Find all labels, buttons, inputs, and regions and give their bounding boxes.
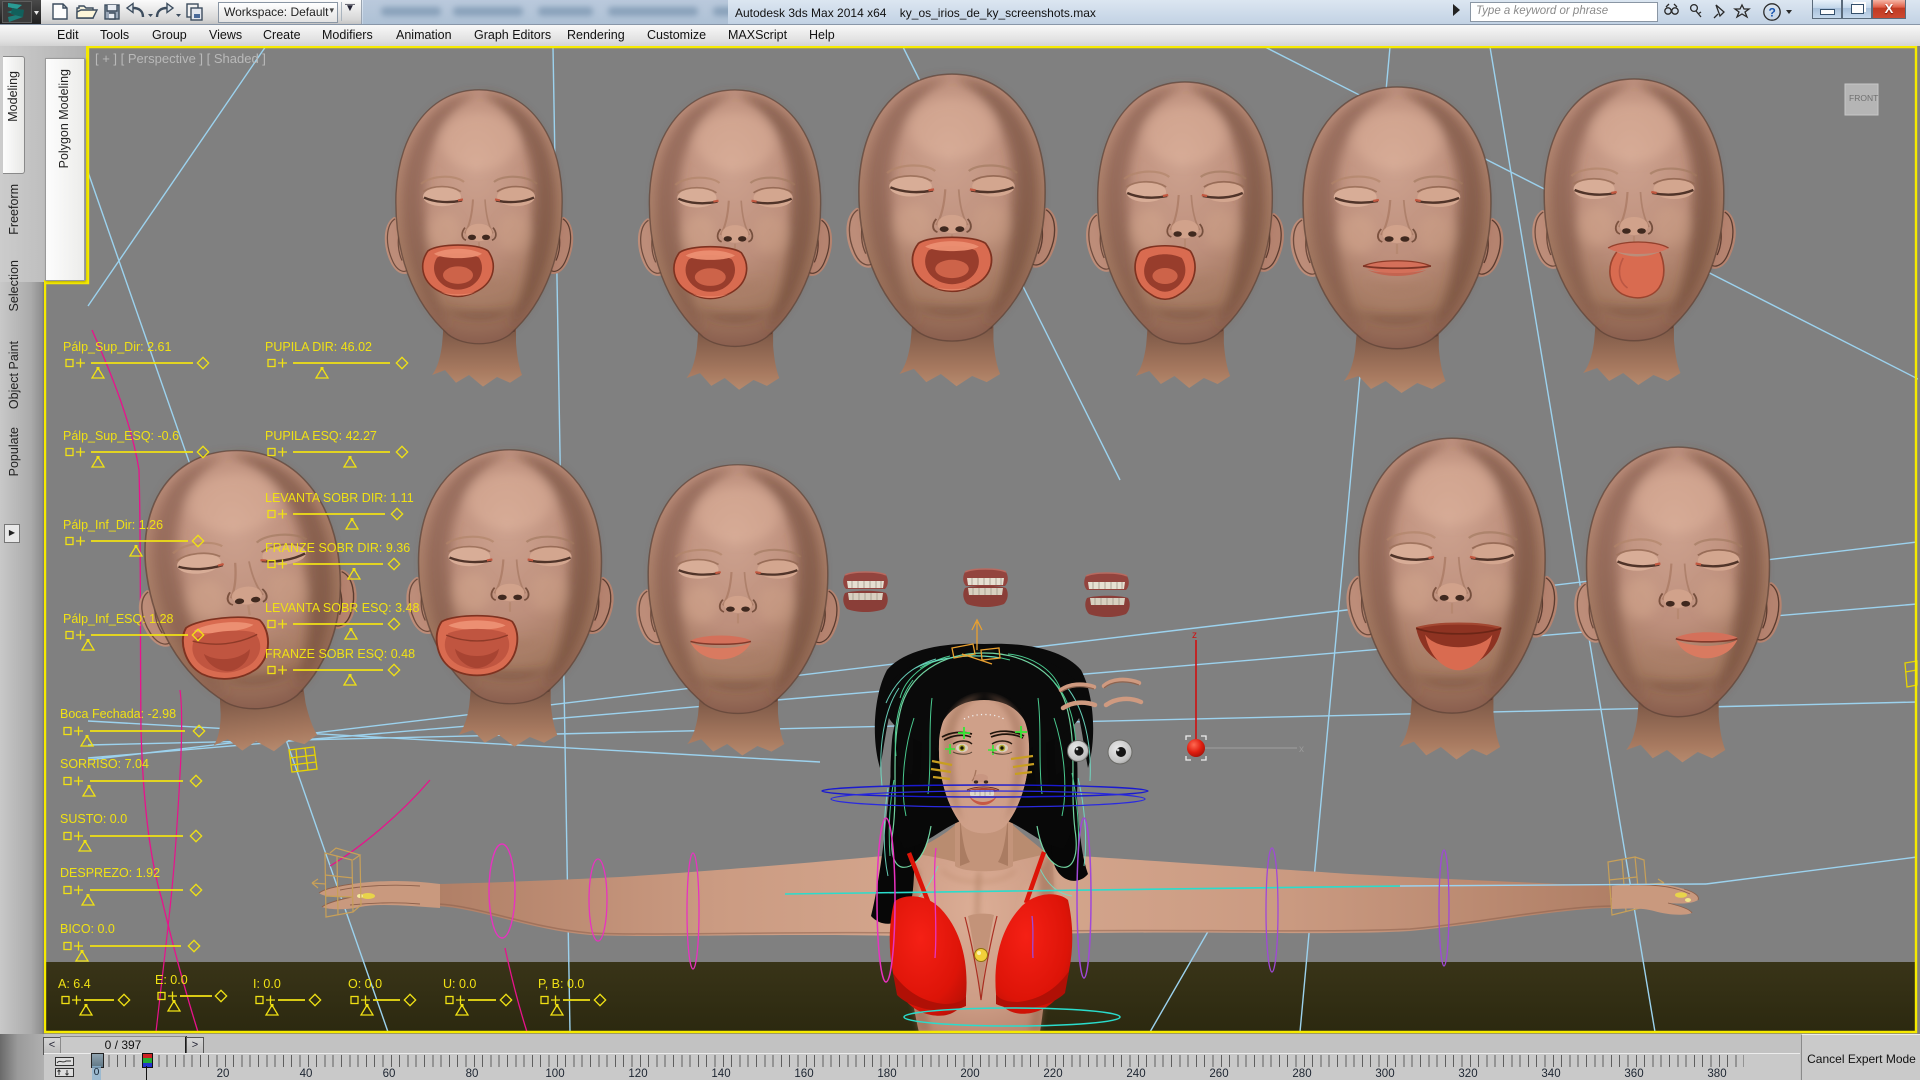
svg-text:DESPREZO: 1.92: DESPREZO: 1.92 [60, 866, 160, 880]
svg-text:Pálp_Inf_ESQ: 1.28: Pálp_Inf_ESQ: 1.28 [63, 612, 174, 626]
svg-text:FRANZE SOBR DIR: 9.36: FRANZE SOBR DIR: 9.36 [265, 541, 410, 555]
svg-text:SUSTO: 0.0: SUSTO: 0.0 [60, 812, 127, 826]
svg-text:P, B: 0.0: P, B: 0.0 [538, 977, 584, 991]
svg-text:U: 0.0: U: 0.0 [443, 977, 476, 991]
svg-text:Boca Fechada: -2.98: Boca Fechada: -2.98 [60, 707, 176, 721]
svg-text:x: x [1299, 744, 1304, 755]
svg-text:FRANZE SOBR ESQ: 0.48: FRANZE SOBR ESQ: 0.48 [265, 647, 415, 661]
svg-text:O: 0.0: O: 0.0 [348, 977, 382, 991]
svg-text:z: z [1192, 630, 1197, 641]
svg-text:E: 0.0: E: 0.0 [155, 973, 188, 987]
svg-text:I: 0.0: I: 0.0 [253, 977, 281, 991]
svg-text:?: ? [1769, 6, 1776, 20]
svg-text:Pálp_Inf_Dir: 1.26: Pálp_Inf_Dir: 1.26 [63, 518, 163, 532]
svg-text:Pálp_Sup_Dir: 2.61: Pálp_Sup_Dir: 2.61 [63, 340, 171, 354]
svg-text:[ + ] [ Perspective ] [ Shaded: [ + ] [ Perspective ] [ Shaded ] [95, 51, 266, 66]
svg-text:LEVANTA SOBR ESQ: 3.48: LEVANTA SOBR ESQ: 3.48 [265, 601, 420, 615]
svg-text:Pálp_Sup_ESQ: -0.6: Pálp_Sup_ESQ: -0.6 [63, 429, 179, 443]
svg-text:LEVANTA SOBR DIR: 1.11: LEVANTA SOBR DIR: 1.11 [265, 491, 414, 505]
svg-text:SORRISO: 7.04: SORRISO: 7.04 [60, 757, 149, 771]
svg-text:BICO: 0.0: BICO: 0.0 [60, 922, 115, 936]
svg-text:PUPILA DIR: 46.02: PUPILA DIR: 46.02 [265, 340, 372, 354]
svg-text:FRONT: FRONT [1849, 93, 1878, 103]
svg-text:PUPILA ESQ: 42.27: PUPILA ESQ: 42.27 [265, 429, 377, 443]
svg-text:A: 6.4: A: 6.4 [58, 977, 91, 991]
